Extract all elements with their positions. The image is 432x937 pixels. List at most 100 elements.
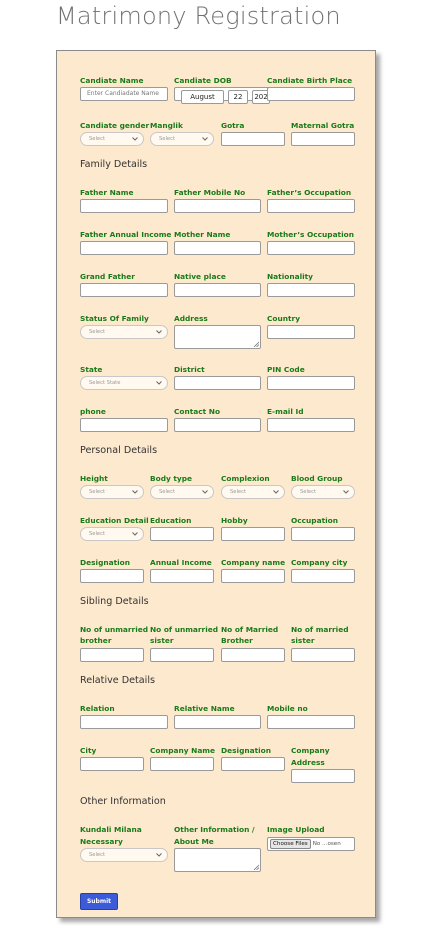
select-value: Select <box>159 136 176 142</box>
occupation-input[interactable] <box>291 527 355 541</box>
father-mobile-input[interactable] <box>174 199 261 213</box>
designation-label: Designation <box>80 558 131 567</box>
education-detail-select[interactable]: Select <box>80 527 144 541</box>
company-name-input[interactable] <box>221 569 285 583</box>
chevron-down-icon <box>202 490 208 494</box>
father-occupation-label: Father’s Occupation <box>267 188 352 197</box>
select-value: Select <box>89 329 106 335</box>
phone-label: phone <box>80 407 106 416</box>
body-type-label: Body type <box>150 474 193 483</box>
candidate-name-input[interactable]: Enter Candiadate Name <box>80 87 168 101</box>
candidate-name-label: Candiate Name <box>80 76 144 85</box>
family-status-select[interactable]: Select <box>80 325 168 339</box>
company-address-label-1: Company <box>291 746 330 755</box>
gotra-label: Gotra <box>221 121 245 130</box>
resize-grip-icon[interactable] <box>253 341 259 347</box>
mobile-no-label: Mobile no <box>267 704 308 713</box>
annual-income-input[interactable] <box>150 569 214 583</box>
complexion-select[interactable]: Select <box>221 485 285 499</box>
father-income-input[interactable] <box>80 241 168 255</box>
father-mobile-label: Father Mobile No <box>174 188 246 197</box>
education-input[interactable] <box>150 527 214 541</box>
image-upload-input[interactable]: Choose Files No ...osen <box>267 837 355 851</box>
select-value: Select <box>89 489 106 495</box>
file-status: No ...osen <box>312 841 341 847</box>
company-city-input[interactable] <box>291 569 355 583</box>
kundali-label-1: Kundali Milana <box>80 825 142 834</box>
image-upload-label: Image Upload <box>267 825 325 834</box>
pin-code-input[interactable] <box>267 376 355 390</box>
education-detail-label: Education Detail <box>80 516 149 525</box>
city-input[interactable] <box>80 757 144 771</box>
email-input[interactable] <box>267 418 355 432</box>
relative-name-label: Relative Name <box>174 704 235 713</box>
section-sibling-details: Sibling Details <box>80 596 149 607</box>
candidate-dob-label: Candiate DOB <box>174 76 232 85</box>
married-sister-label-2: sister <box>291 636 315 645</box>
registration-form: Candiate Name Candiate DOB Candiate Birt… <box>56 50 376 918</box>
manglik-select[interactable]: Select <box>150 132 214 146</box>
district-input[interactable] <box>174 376 261 390</box>
chevron-down-icon <box>132 490 138 494</box>
gotra-input[interactable] <box>221 132 285 146</box>
father-name-input[interactable] <box>80 199 168 213</box>
resize-grip-icon[interactable] <box>253 864 259 870</box>
mother-name-input[interactable] <box>174 241 261 255</box>
rel-designation-input[interactable] <box>221 757 285 771</box>
state-label: State <box>80 365 103 374</box>
family-status-label: Status Of Family <box>80 314 149 323</box>
select-value: Select <box>230 489 247 495</box>
unmarried-sister-input[interactable] <box>150 648 214 662</box>
chevron-down-icon <box>156 381 162 385</box>
phone-input[interactable] <box>80 418 168 432</box>
contact-no-input[interactable] <box>174 418 261 432</box>
pin-code-label: PIN Code <box>267 365 305 374</box>
married-sister-input[interactable] <box>291 648 355 662</box>
designation-input[interactable] <box>80 569 144 583</box>
body-type-select[interactable]: Select <box>150 485 214 499</box>
mobile-no-input[interactable] <box>267 715 355 729</box>
unmarried-sister-label-2: sister <box>150 636 174 645</box>
company-address-label-2: Address <box>291 758 325 767</box>
state-select[interactable]: Select State <box>80 376 168 390</box>
nationality-input[interactable] <box>267 283 355 297</box>
native-place-input[interactable] <box>174 283 261 297</box>
submit-button[interactable]: Submit <box>80 893 118 910</box>
manglik-label: Manglik <box>150 121 183 130</box>
married-brother-input[interactable] <box>221 648 285 662</box>
district-label: District <box>174 365 205 374</box>
father-occupation-input[interactable] <box>267 199 355 213</box>
rel-company-name-input[interactable] <box>150 757 214 771</box>
maternal-gotra-input[interactable] <box>291 132 355 146</box>
hobby-input[interactable] <box>221 527 285 541</box>
other-info-label-1: Other Information / <box>174 825 255 834</box>
chevron-down-icon <box>343 490 349 494</box>
grand-father-input[interactable] <box>80 283 168 297</box>
blood-group-select[interactable]: Select <box>291 485 355 499</box>
dob-month-select[interactable]: August <box>181 90 224 104</box>
other-info-textarea[interactable] <box>174 848 261 872</box>
mother-occupation-label: Mother’s Occupation <box>267 230 354 239</box>
relation-label: Relation <box>80 704 115 713</box>
dob-day-select[interactable]: 22 <box>228 90 248 104</box>
candidate-gender-select[interactable]: Select <box>80 132 144 146</box>
relation-input[interactable] <box>80 715 168 729</box>
kundali-select[interactable]: Select <box>80 848 168 862</box>
mother-occupation-input[interactable] <box>267 241 355 255</box>
section-family-details: Family Details <box>80 159 148 170</box>
select-value: Select <box>300 489 317 495</box>
relative-name-input[interactable] <box>174 715 261 729</box>
unmarried-brother-input[interactable] <box>80 648 144 662</box>
father-income-label: Father Annual Income <box>80 230 172 239</box>
rel-designation-label: Designation <box>221 746 272 755</box>
company-address-input[interactable] <box>291 769 355 783</box>
height-select[interactable]: Select <box>80 485 144 499</box>
height-label: Height <box>80 474 108 483</box>
company-name-label: Company name <box>221 558 286 567</box>
candidate-birth-place-input[interactable] <box>267 87 355 101</box>
section-relative-details: Relative Details <box>80 675 155 686</box>
chevron-down-icon <box>132 532 138 536</box>
choose-files-button[interactable]: Choose Files <box>270 839 311 849</box>
address-textarea[interactable] <box>174 325 261 349</box>
country-input[interactable] <box>267 325 355 339</box>
